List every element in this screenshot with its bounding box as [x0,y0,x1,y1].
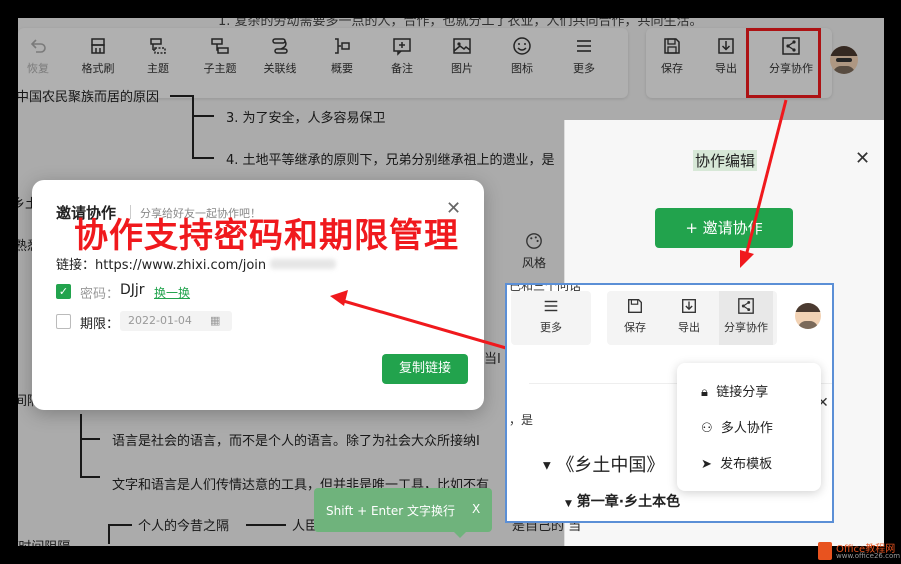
inset-export-button[interactable]: 导出 [669,297,709,335]
inset-chapter-text: 第一章·乡土本色 [576,494,681,510]
arrow-head [330,290,348,306]
collapse-icon[interactable]: ▼ [565,499,572,509]
save-icon [628,299,642,313]
toast-pointer [454,532,466,538]
site-watermark: Office教程网 www.office26.com [818,540,900,564]
inset-right-group: 保存 导出 分享协作 [607,291,777,345]
inset-doc-title-text: 《乡土中国》 [556,455,665,476]
watermark-url: www.office26.com [836,552,901,560]
arrow-head [740,250,754,268]
inset-export-label: 导出 [678,321,700,334]
inset-save-button[interactable]: 保存 [615,297,655,335]
inset-more-label: 更多 [540,321,562,334]
inset-save-label: 保存 [624,321,646,334]
inset-chapter[interactable]: ▼ 第一章·乡土本色 [565,491,680,511]
inset-frag: ，是 [509,413,534,427]
inset-more-group: 更多 [511,291,591,345]
inset-more-button[interactable]: 更多 [531,297,571,335]
lock-icon: 🔒︎ [701,385,708,400]
inset-share-button[interactable]: 分享协作 [719,291,773,345]
arrow-line [744,99,788,257]
inset-share-label: 分享协作 [724,321,768,334]
menu-icon [544,300,558,312]
users-icon: ⚇ [701,421,713,436]
menu-item-label: 发布模板 [720,457,773,472]
export-icon [682,299,696,313]
arrow-line [339,298,507,350]
office-logo-icon [818,542,832,560]
share-icon [738,298,754,314]
menu-item-multi-collab[interactable]: ⚇ 多人协作 [701,417,773,436]
shortcut-toast: Shift + Enter 文字换行 X [314,488,492,538]
toast-close-button[interactable]: X [472,502,480,516]
share-dropdown-menu: 🔒︎ 链接分享 ⚇ 多人协作 ➤ 发布模板 [677,363,821,491]
menu-item-label: 链接分享 [716,385,769,400]
toast-text: Shift + Enter 文字换行 [326,504,455,518]
menu-item-label: 多人协作 [720,421,773,436]
inset-screenshot: 己和三个问话 更多 保存 导出 分享协作 ✕ ，是 ▼ 《乡土中国》 ▼ 第一章… [505,283,834,523]
inset-doc-title[interactable]: ▼ 《乡土中国》 [543,451,664,477]
inset-avatar[interactable] [795,303,821,329]
menu-item-publish-template[interactable]: ➤ 发布模板 [701,453,772,472]
menu-item-link-share[interactable]: 🔒︎ 链接分享 [701,381,768,400]
app-window: 1. 复杂的劳动需要多一点的人，合作，也就分工了农业，人们共同合作，共同生活。 … [18,18,884,546]
collapse-icon[interactable]: ▼ [543,461,551,472]
send-icon: ➤ [701,457,712,472]
